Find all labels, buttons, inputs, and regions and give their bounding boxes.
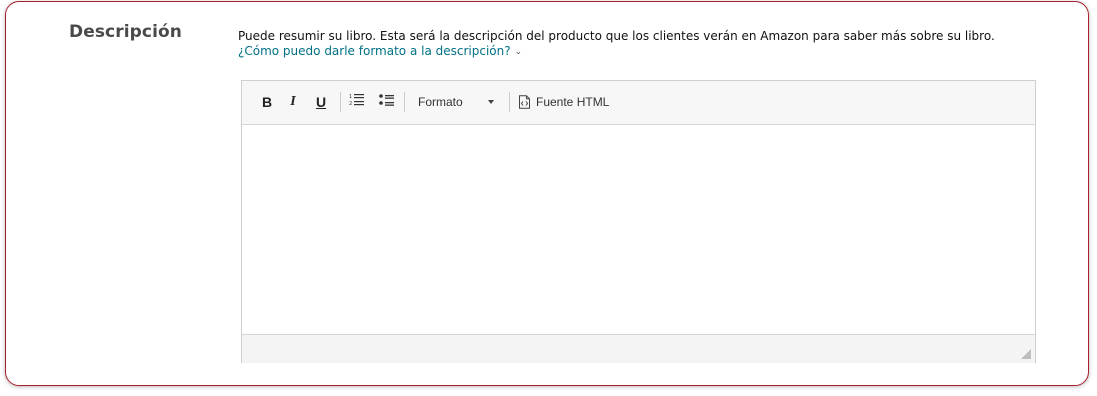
bulleted-list-icon [379,94,394,106]
editor-toolbar: B I U 1 2 Formato Fuente HTML [242,81,1035,125]
rich-text-editor: B I U 1 2 Formato Fuente HTML [241,80,1036,363]
bold-button[interactable]: B [260,93,274,111]
underline-button[interactable]: U [314,93,328,111]
format-dropdown-label: Formato [418,95,463,109]
editor-status-bar [242,334,1035,363]
svg-text:2: 2 [349,101,352,107]
numbered-list-button[interactable]: 1 2 [348,93,366,111]
html-source-icon [519,95,530,109]
description-help-text: Puede resumir su libro. Esta será la des… [238,29,995,43]
editor-content-area[interactable] [242,125,1035,334]
chevron-down-icon: ⌄ [514,47,523,57]
resize-handle-icon[interactable] [1021,349,1031,359]
html-source-label: Fuente HTML [536,95,610,109]
format-help-link[interactable]: ¿Cómo puedo darle formato a la descripci… [238,44,522,58]
toolbar-divider [509,92,510,112]
italic-button[interactable]: I [286,93,300,111]
format-dropdown[interactable]: Formato [412,93,502,111]
bulleted-list-button[interactable] [378,93,396,111]
format-help-link-label: ¿Cómo puedo darle formato a la descripci… [238,44,511,58]
numbered-list-icon: 1 2 [349,94,364,107]
caret-down-icon [488,100,494,104]
section-title: Descripción [69,22,183,42]
svg-text:1: 1 [349,94,352,100]
toolbar-divider [404,92,405,112]
toolbar-divider [340,92,341,112]
description-card: Descripción Puede resumir su libro. Esta… [5,1,1089,386]
